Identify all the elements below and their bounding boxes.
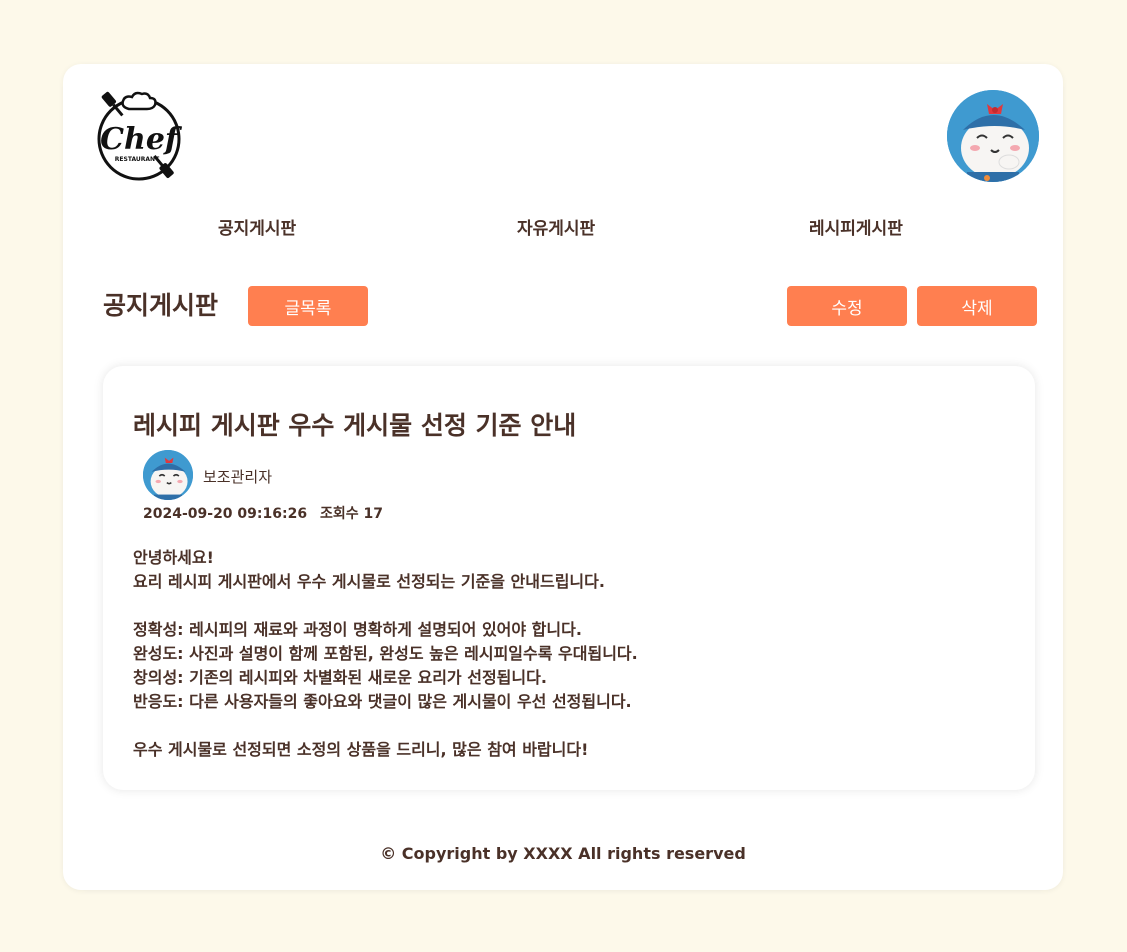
- logo-text: Chef: [100, 122, 183, 157]
- content-line: 정확성: 레시피의 재료와 과정이 명확하게 설명되어 있어야 합니다.: [133, 620, 582, 639]
- content-line: 안녕하세요!: [133, 548, 214, 567]
- footer-copyright: © Copyright by XXXX All rights reserved: [380, 844, 746, 863]
- delete-button[interactable]: 삭제: [917, 286, 1037, 326]
- content-line: [133, 594, 1013, 618]
- post-author: 보조관리자: [203, 468, 273, 486]
- post-datetime: 2024-09-20 09:16:26: [143, 506, 308, 522]
- post-title: 레시피 게시판 우수 게시물 선정 기준 안내: [133, 411, 577, 440]
- list-button[interactable]: 글목록: [248, 286, 368, 326]
- post-meta: 2024-09-20 09:16:26 조회수 17: [143, 503, 391, 523]
- nav-recipe-board[interactable]: 레시피게시판: [809, 214, 903, 239]
- author-avatar: [143, 450, 193, 500]
- penguin-mascot-icon: [143, 450, 193, 500]
- board-title: 공지게시판: [103, 291, 219, 320]
- main-nav: 공지게시판 자유게시판 레시피게시판: [63, 214, 1063, 244]
- logo-subtext: RESTAURANT: [115, 156, 160, 163]
- content-line: 요리 레시피 게시판에서 우수 게시물로 선정되는 기준을 안내드립니다.: [133, 572, 605, 591]
- main-card: Chef RESTAURANT 공지게시판 자유게시판 레시피게시판 공지게시판…: [63, 64, 1063, 890]
- profile-avatar[interactable]: [947, 90, 1039, 182]
- edit-button[interactable]: 수정: [787, 286, 907, 326]
- penguin-mascot-icon: [947, 90, 1039, 182]
- nav-notice-board[interactable]: 공지게시판: [218, 214, 296, 239]
- content-line: 완성도: 사진과 설명이 함께 포함된, 완성도 높은 레시피일수록 우대됩니다…: [133, 644, 638, 663]
- post-content: 안녕하세요! 요리 레시피 게시판에서 우수 게시물로 선정되는 기준을 안내드…: [133, 546, 1013, 762]
- content-line: [133, 714, 1013, 738]
- post-card: 레시피 게시판 우수 게시물 선정 기준 안내 보조관리자 2024-09-20…: [103, 366, 1035, 790]
- nav-free-board[interactable]: 자유게시판: [517, 214, 595, 239]
- content-line: 반응도: 다른 사용자들의 좋아요와 댓글이 많은 게시물이 우선 선정됩니다.: [133, 692, 632, 711]
- chef-restaurant-logo[interactable]: Chef RESTAURANT: [91, 89, 187, 185]
- post-views: 조회수 17: [319, 506, 383, 522]
- content-line: 우수 게시물로 선정되면 소정의 상품을 드리니, 많은 참여 바랍니다!: [133, 740, 589, 759]
- content-line: 창의성: 기존의 레시피와 차별화된 새로운 요리가 선정됩니다.: [133, 668, 547, 687]
